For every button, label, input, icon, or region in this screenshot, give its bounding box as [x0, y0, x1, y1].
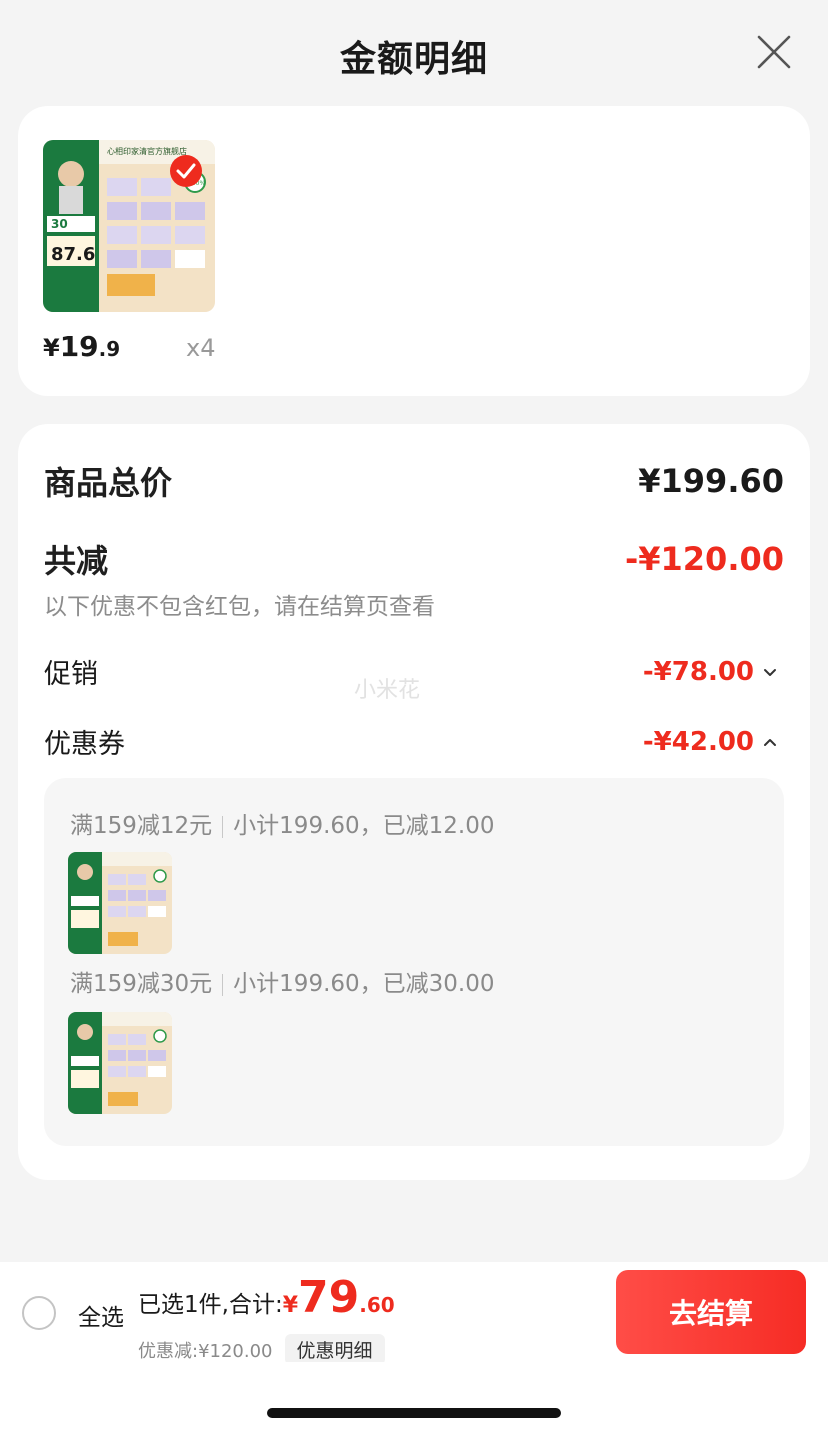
product-quantity: x4 — [186, 334, 216, 362]
coupon-value-group: -¥42.00 — [643, 727, 784, 757]
discount-summary-text: 优惠减:¥120.00 — [138, 1340, 273, 1362]
promo-value-group: -¥78.00 — [643, 657, 784, 687]
sheet-header: 金额明细 — [0, 0, 828, 106]
home-indicator[interactable] — [267, 1408, 561, 1418]
coupon-item-1-thumbnail — [68, 852, 172, 954]
close-icon[interactable] — [756, 34, 792, 70]
product-price-integer: 19 — [59, 330, 99, 363]
summary-total-decimal: .60 — [359, 1293, 395, 1317]
promo-value: -¥78.00 — [642, 656, 754, 687]
total-value: ¥199.60 — [638, 462, 784, 500]
discount-value: -¥120.00 — [624, 540, 784, 578]
coupon-row[interactable]: 优惠券 -¥42.00 — [44, 722, 784, 761]
coupon-item-1-text: 满159减12元 小计199.60，已减12.00 — [70, 806, 495, 840]
coupon-item-2-rule: 满159减30元 — [70, 971, 213, 997]
discount-note: 以下优惠不包含红包，请在结算页查看 — [44, 594, 435, 620]
discount-detail-button[interactable]: 优惠明细 — [284, 1334, 385, 1365]
chevron-up-icon[interactable] — [762, 734, 778, 750]
coupon-item-2-text: 满159减30元 小计199.60，已减30.00 — [70, 964, 495, 998]
divider — [222, 973, 224, 996]
select-all-radio[interactable] — [22, 1296, 56, 1330]
selection-summary: 已选1件,合计:¥79.60 — [138, 1272, 395, 1323]
coupon-item-2-thumbnail — [68, 1012, 172, 1114]
checkout-button[interactable]: 去结算 — [616, 1270, 806, 1354]
summary-yen: ¥ — [282, 1293, 299, 1318]
product-image-promo-price: 87.6 — [51, 244, 95, 265]
total-row: 商品总价 ¥199.60 — [44, 458, 784, 504]
home-indicator-area — [0, 1362, 828, 1436]
coupon-item-1-subtotal: 小计199.60，已减12.00 — [233, 813, 495, 839]
chevron-down-icon[interactable] — [762, 664, 778, 680]
watermark-text: 小米花 — [354, 678, 421, 703]
checkout-bar: 全选 已选1件,合计:¥79.60 优惠减:¥120.00 优惠明细 去结算 — [0, 1262, 828, 1365]
select-all-label[interactable]: 全选 — [78, 1298, 124, 1332]
coupon-item-1-image — [68, 852, 172, 954]
summary-total-integer: 79 — [298, 1272, 360, 1323]
total-label: 商品总价 — [44, 464, 173, 502]
coupon-detail-box: 满159减12元 小计199.60，已减12.00 满159减30元 小计199… — [44, 778, 784, 1146]
product-price-decimal: .9 — [98, 337, 121, 361]
product-image-promo-num: 30 — [51, 217, 68, 231]
product-thumbnail[interactable]: 心相印家清官方旗舰店 30 87.6 100% — [43, 140, 215, 312]
discount-row: 共减 -¥120.00 — [44, 536, 784, 582]
coupon-item-1-rule: 满159减12元 — [70, 813, 213, 839]
coupon-value: -¥42.00 — [642, 726, 754, 757]
selected-check-icon — [170, 155, 202, 187]
coupon-label: 优惠券 — [44, 729, 125, 760]
product-price: ¥19.9 — [43, 330, 120, 363]
divider — [222, 815, 224, 838]
promo-label: 促销 — [44, 659, 98, 690]
price-detail-card: 商品总价 ¥199.60 共减 -¥120.00 以下优惠不包含红包，请在结算页… — [18, 424, 810, 1180]
discount-summary: 优惠减:¥120.00 优惠明细 — [138, 1334, 385, 1365]
summary-text: 已选1件,合计: — [138, 1292, 283, 1318]
amount-detail-sheet: 金额明细 心相印家清官方旗舰店 30 87.6 100% ¥19.9 x4 商品… — [0, 0, 828, 1436]
discount-label: 共减 — [44, 542, 109, 580]
coupon-item-2-image — [68, 1012, 172, 1114]
coupon-item-2-subtotal: 小计199.60，已减30.00 — [233, 971, 495, 997]
product-price-symbol: ¥ — [43, 334, 60, 362]
product-card: 心相印家清官方旗舰店 30 87.6 100% ¥19.9 x4 — [18, 106, 810, 396]
page-title: 金额明细 — [339, 39, 488, 80]
